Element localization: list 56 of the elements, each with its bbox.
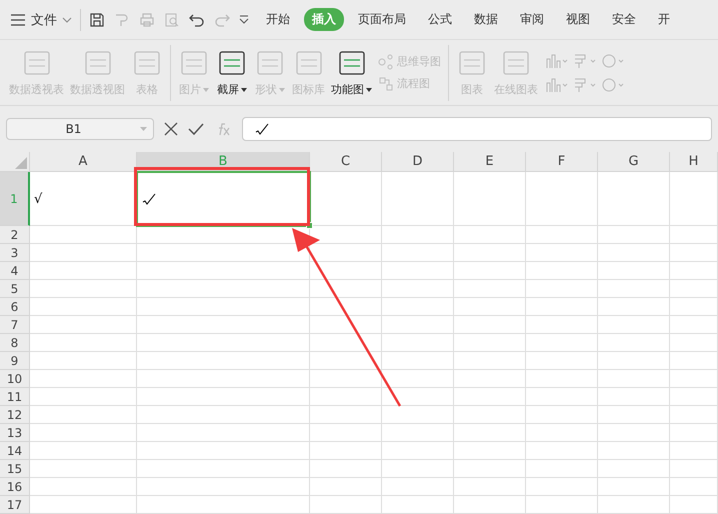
ribbon-tab[interactable]: 公式: [420, 8, 460, 31]
ribbon-tab[interactable]: 视图: [558, 8, 598, 31]
column-header[interactable]: D: [382, 152, 454, 172]
row-header[interactable]: 17: [0, 496, 30, 514]
column-header[interactable]: F: [526, 152, 598, 172]
file-menu-label: 文件: [31, 12, 57, 28]
row-header[interactable]: 16: [0, 478, 30, 496]
column-header[interactable]: E: [454, 152, 526, 172]
ribbon-button[interactable]: 功能图: [328, 48, 375, 97]
undo-icon[interactable]: [189, 12, 205, 28]
menu-icon: [10, 14, 26, 26]
column-header[interactable]: C: [310, 152, 382, 172]
row-header[interactable]: 3: [0, 244, 30, 262]
select-all-corner[interactable]: [0, 152, 30, 172]
ribbon-tab[interactable]: 数据: [466, 8, 506, 31]
redo-icon[interactable]: [214, 12, 230, 28]
column-header[interactable]: G: [598, 152, 670, 172]
row-header[interactable]: 5: [0, 280, 30, 298]
column-header[interactable]: A: [30, 152, 137, 172]
row-header[interactable]: 6: [0, 298, 30, 316]
ribbon-tab[interactable]: 开始: [258, 8, 298, 31]
check-mark-icon: [255, 123, 269, 135]
row-header[interactable]: 4: [0, 262, 30, 280]
dropdown-arrow-icon: [140, 127, 147, 131]
row-header[interactable]: 7: [0, 316, 30, 334]
row-header[interactable]: 15: [0, 460, 30, 478]
chevron-down-icon: [62, 16, 72, 22]
name-box[interactable]: B1: [6, 118, 154, 140]
customize-icon[interactable]: [239, 14, 249, 24]
row-header[interactable]: 13: [0, 424, 30, 442]
row-header[interactable]: 8: [0, 334, 30, 352]
row-header[interactable]: 14: [0, 442, 30, 460]
check-icon[interactable]: [188, 122, 204, 136]
row-header[interactable]: 10: [0, 370, 30, 388]
row-header[interactable]: 12: [0, 406, 30, 424]
ribbon-tab[interactable]: 开: [650, 8, 678, 31]
triangle-icon: [15, 157, 27, 169]
row-header[interactable]: 11: [0, 388, 30, 406]
ribbon-tab[interactable]: 页面布局: [350, 8, 414, 31]
column-header[interactable]: H: [670, 152, 718, 172]
ribbon-tab[interactable]: 审阅: [512, 8, 552, 31]
row-header[interactable]: 9: [0, 352, 30, 370]
check-mark-icon: [142, 193, 156, 205]
print-icon[interactable]: [139, 12, 155, 28]
flowchart-icon: [378, 76, 394, 92]
ribbon-tab[interactable]: 安全: [604, 8, 644, 31]
cancel-icon[interactable]: [164, 122, 178, 136]
row-header[interactable]: 2: [0, 226, 30, 244]
save-icon[interactable]: [89, 12, 105, 28]
cell-text: √: [33, 192, 42, 206]
formula-field[interactable]: [242, 117, 712, 141]
ribbon-button[interactable]: 截屏: [213, 48, 251, 97]
nodes-icon: [378, 54, 394, 70]
format-painter-icon[interactable]: [114, 12, 130, 28]
file-menu[interactable]: 文件: [10, 10, 72, 28]
print-preview-icon[interactable]: [164, 12, 180, 28]
